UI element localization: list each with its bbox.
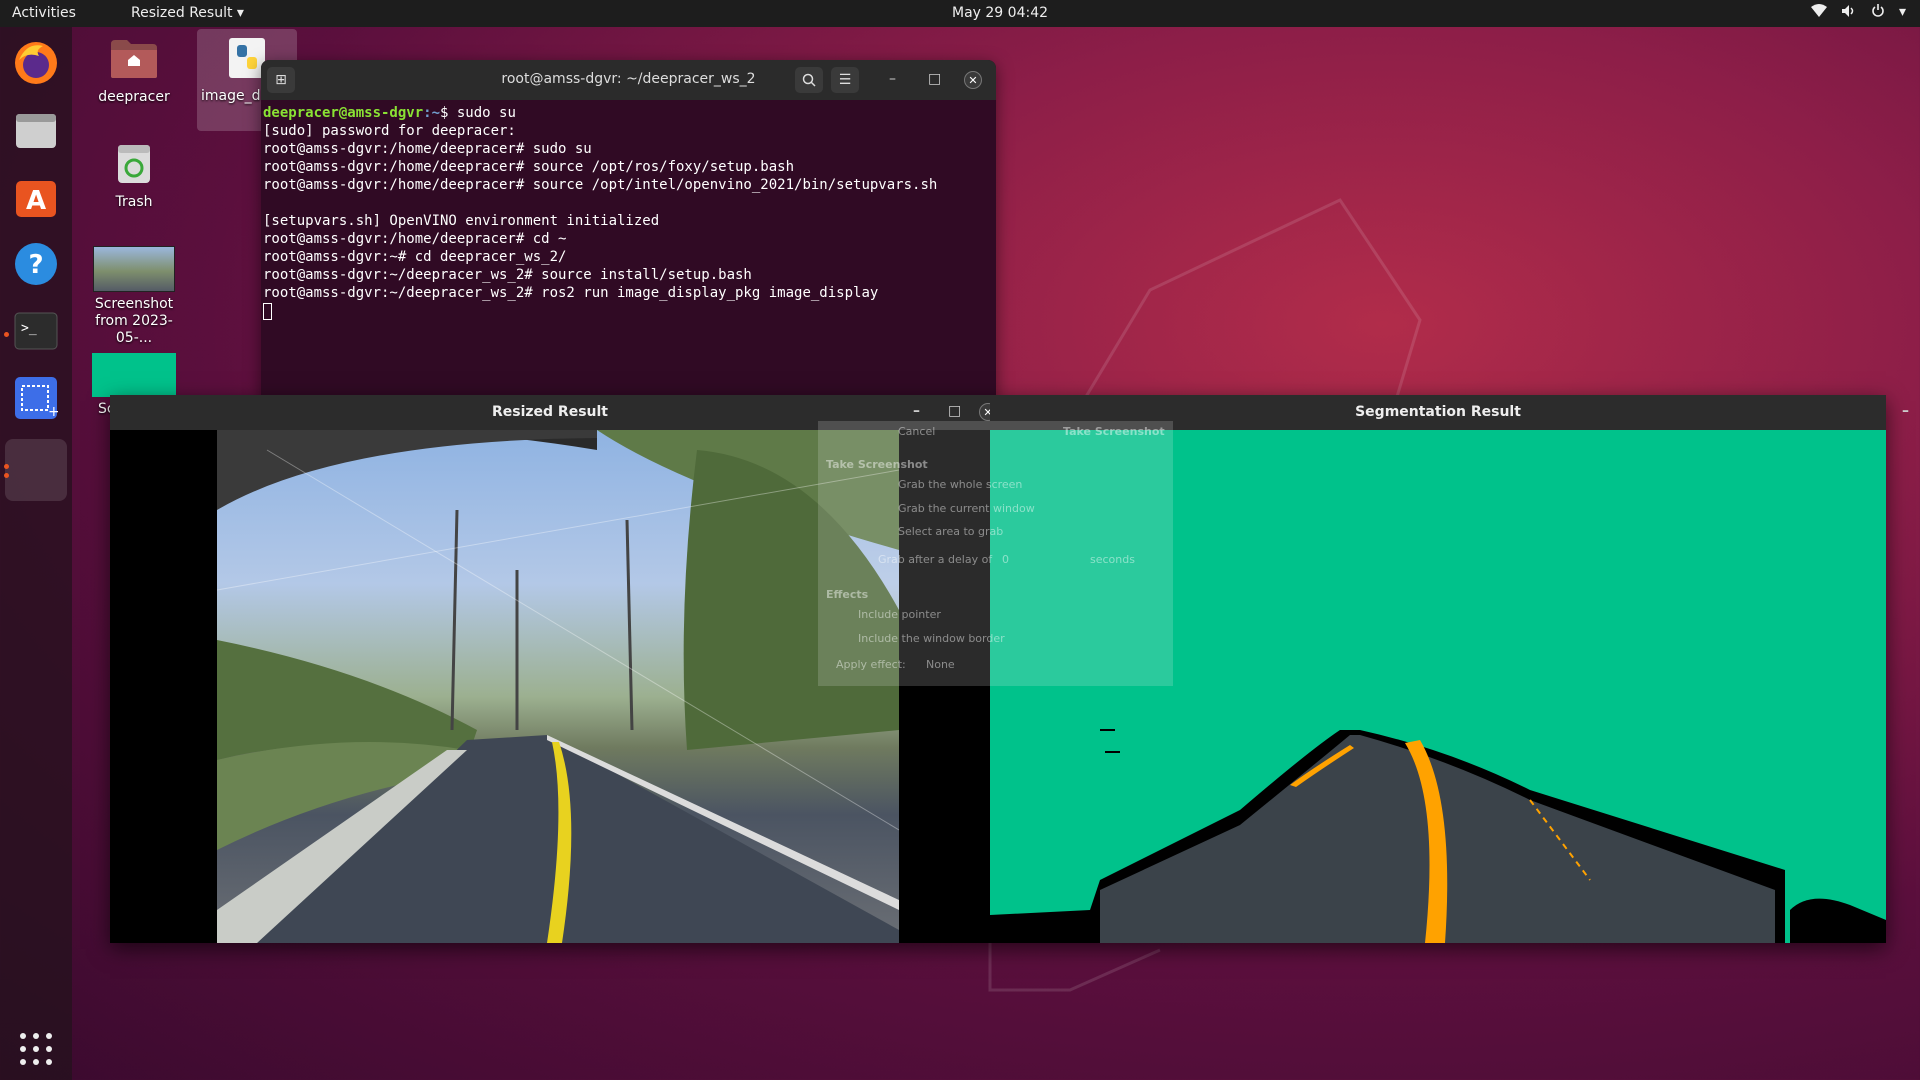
terminal-line: root@amss-dgvr:~/deepracer_ws_2# ros2 ru…	[263, 285, 879, 301]
running-indicator	[4, 473, 9, 478]
wifi-icon	[1810, 4, 1827, 22]
desktop-icon-label: Trash	[115, 194, 153, 210]
screenshot-icon[interactable]: +	[10, 372, 62, 424]
terminal-line: root@amss-dgvr:/home/deepracer# cd ~	[263, 231, 567, 247]
ghost-effect-value: None	[926, 658, 955, 671]
terminal-window[interactable]: ⊞ root@amss-dgvr: ~/deepracer_ws_2 ☰ – □…	[261, 60, 996, 400]
ghost-delay-unit: seconds	[1090, 553, 1135, 566]
terminal-line: [sudo] password for deepracer:	[263, 123, 516, 139]
desktop-icon-trash[interactable]: Trash	[84, 141, 184, 211]
resized-result-title: Resized Result	[491, 404, 608, 420]
power-icon	[1871, 4, 1885, 22]
chevron-down-icon: ▾	[1898, 4, 1906, 20]
ghost-option-area: Select area to grab	[898, 525, 1004, 538]
terminal-line: root@amss-dgvr:/home/deepracer# source /…	[263, 177, 938, 193]
image-windows: Resized Result – □ ✕ Segmentation Result…	[110, 395, 1909, 943]
terminal-line: root@amss-dgvr:~/deepracer_ws_2# source …	[263, 267, 752, 283]
minimize-icon-2[interactable]: –	[1902, 403, 1909, 419]
firefox-icon[interactable]	[10, 37, 62, 89]
hamburger-menu-icon[interactable]: ☰	[831, 67, 859, 93]
terminal-line: [setupvars.sh] OpenVINO environment init…	[263, 213, 660, 229]
ghost-option-whole-screen: Grab the whole screen	[898, 478, 1023, 491]
close-icon[interactable]: ✕	[964, 71, 982, 89]
terminal-line: root@amss-dgvr:/home/deepracer# source /…	[263, 159, 795, 175]
ghost-cancel-button: Cancel	[898, 425, 936, 438]
running-indicator	[4, 464, 9, 469]
svg-text:+: +	[48, 404, 58, 420]
search-icon[interactable]	[795, 67, 823, 93]
maximize-icon[interactable]: □	[928, 71, 941, 87]
prompt-command: $ sudo su	[440, 105, 516, 121]
desktop-icon-label: Screenshot from 2023-05-...	[94, 296, 174, 346]
desktop-icon-label: deepracer	[98, 89, 170, 105]
software-icon[interactable]: A	[10, 171, 62, 223]
system-tray[interactable]: ▾	[1810, 4, 1906, 22]
terminal-icon[interactable]: >_	[10, 305, 62, 357]
app-menu-label: Resized Result	[131, 5, 233, 21]
desktop-icon-deepracer[interactable]: deepracer	[84, 36, 184, 106]
image-thumbnail-icon	[92, 353, 176, 397]
road-camera-image	[217, 430, 899, 943]
running-indicator	[4, 332, 9, 337]
segmentation-result-title: Segmentation Result	[1355, 404, 1521, 420]
ghost-apply-effect-label: Apply effect:	[836, 658, 906, 671]
volume-icon	[1841, 4, 1857, 22]
terminal-titlebar[interactable]: ⊞ root@amss-dgvr: ~/deepracer_ws_2 ☰ – □…	[261, 60, 996, 100]
ghost-delay-label: Grab after a delay of	[878, 553, 993, 566]
svg-text:>_: >_	[21, 321, 37, 336]
ghost-delay-value: 0	[1002, 553, 1009, 566]
trash-icon	[84, 141, 184, 190]
image-thumbnail-icon	[93, 246, 175, 292]
dock: A ? >_ +	[0, 27, 72, 1080]
ghost-screenshot-dialog: Cancel Take Screenshot Take Screenshot G…	[818, 421, 1173, 686]
terminal-cursor	[263, 302, 272, 320]
prompt-user: deepracer@amss-dgvr	[263, 105, 424, 121]
maximize-icon[interactable]: □	[948, 403, 961, 419]
terminal-output[interactable]: deepracer@amss-dgvr:~$ sudo su [sudo] pa…	[261, 100, 996, 324]
prompt-path: :~	[423, 105, 441, 121]
terminal-line: root@amss-dgvr:~# cd deepracer_ws_2/	[263, 249, 567, 265]
help-icon[interactable]: ?	[10, 238, 62, 290]
files-icon[interactable]	[10, 104, 62, 156]
svg-text:?: ?	[28, 250, 43, 280]
ghost-take-screenshot-button: Take Screenshot	[1063, 425, 1165, 438]
ghost-include-pointer: Include pointer	[858, 608, 941, 621]
svg-text:A: A	[26, 186, 46, 216]
apps-grid-icon[interactable]	[10, 1023, 62, 1075]
top-bar: Activities Resized Result ▾ May 29 04:42…	[0, 0, 1920, 27]
app-menu[interactable]: Resized Result ▾	[131, 5, 244, 21]
ghost-option-current-window: Grab the current window	[898, 502, 1035, 515]
home-folder-icon	[84, 36, 184, 85]
activities-button[interactable]: Activities	[12, 5, 76, 21]
ghost-effects-heading: Effects	[826, 588, 869, 601]
ghost-heading: Take Screenshot	[826, 458, 928, 471]
terminal-title: root@amss-dgvr: ~/deepracer_ws_2	[501, 71, 756, 87]
clock[interactable]: May 29 04:42	[952, 5, 1048, 21]
minimize-icon[interactable]: –	[913, 403, 920, 419]
ghost-include-border: Include the window border	[858, 632, 1005, 645]
minimize-icon[interactable]: –	[889, 71, 896, 87]
terminal-line: root@amss-dgvr:/home/deepracer# sudo su	[263, 141, 592, 157]
chevron-down-icon: ▾	[236, 5, 244, 21]
active-window-icon[interactable]	[5, 439, 67, 501]
desktop-icon-screenshot[interactable]: Screenshot from 2023-05-...	[84, 246, 184, 347]
